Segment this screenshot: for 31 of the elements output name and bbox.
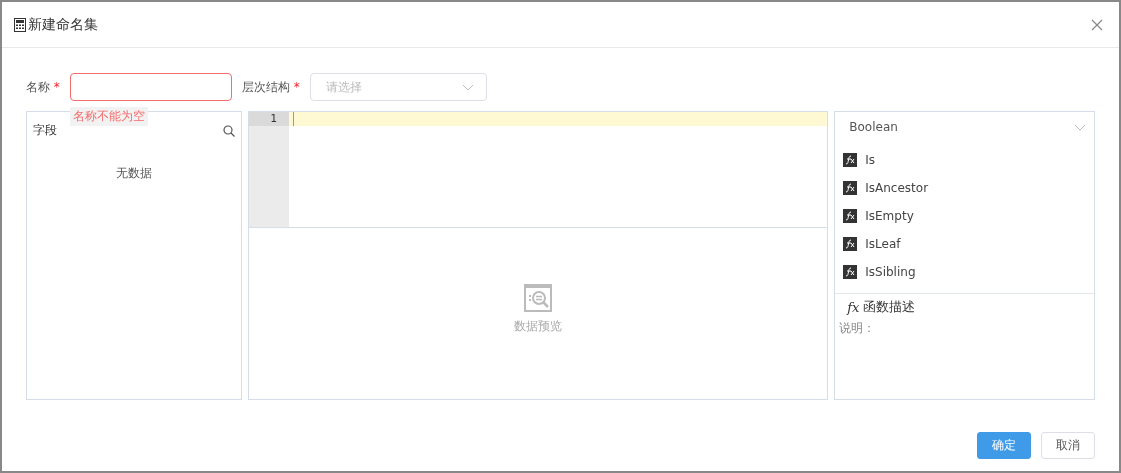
function-symbol: fx bbox=[847, 299, 860, 315]
calculator-icon bbox=[14, 17, 26, 32]
function-item[interactable]: IsLeaf bbox=[843, 230, 1086, 258]
category-select[interactable]: Boolean bbox=[835, 112, 1094, 142]
function-item[interactable]: Is bbox=[843, 146, 1086, 174]
chevron-down-icon bbox=[1074, 123, 1086, 131]
hierarchy-label: 层次结构 * bbox=[241, 78, 300, 96]
description-title: 函数描述 bbox=[863, 298, 916, 316]
function-icon bbox=[843, 181, 858, 195]
function-icon bbox=[843, 209, 858, 223]
cancel-button[interactable]: 取消 bbox=[1041, 432, 1095, 459]
function-icon bbox=[843, 153, 858, 167]
error-message: 名称不能为空 bbox=[69, 107, 148, 126]
description-label: 说明： bbox=[839, 320, 877, 337]
fields-title: 字段 bbox=[33, 122, 57, 139]
dialog-title: 新建命名集 bbox=[28, 15, 98, 34]
function-icon bbox=[843, 265, 858, 279]
function-item[interactable]: IsEmpty bbox=[843, 202, 1086, 230]
chevron-down-icon bbox=[461, 83, 474, 91]
search-icon[interactable] bbox=[222, 124, 235, 137]
data-preview-icon bbox=[524, 284, 553, 312]
function-item[interactable]: IsSibling bbox=[843, 258, 1086, 286]
close-icon[interactable] bbox=[1091, 18, 1103, 31]
empty-message: 无数据 bbox=[114, 165, 153, 182]
line-number: 1 bbox=[248, 112, 289, 126]
preview-text: 数据预览 bbox=[514, 318, 563, 335]
code-editor[interactable]: 1 bbox=[248, 112, 828, 228]
name-label: 名称 * bbox=[26, 78, 60, 96]
function-icon bbox=[843, 237, 858, 251]
name-field[interactable] bbox=[69, 73, 232, 101]
function-item[interactable]: IsAncestor bbox=[843, 174, 1086, 202]
